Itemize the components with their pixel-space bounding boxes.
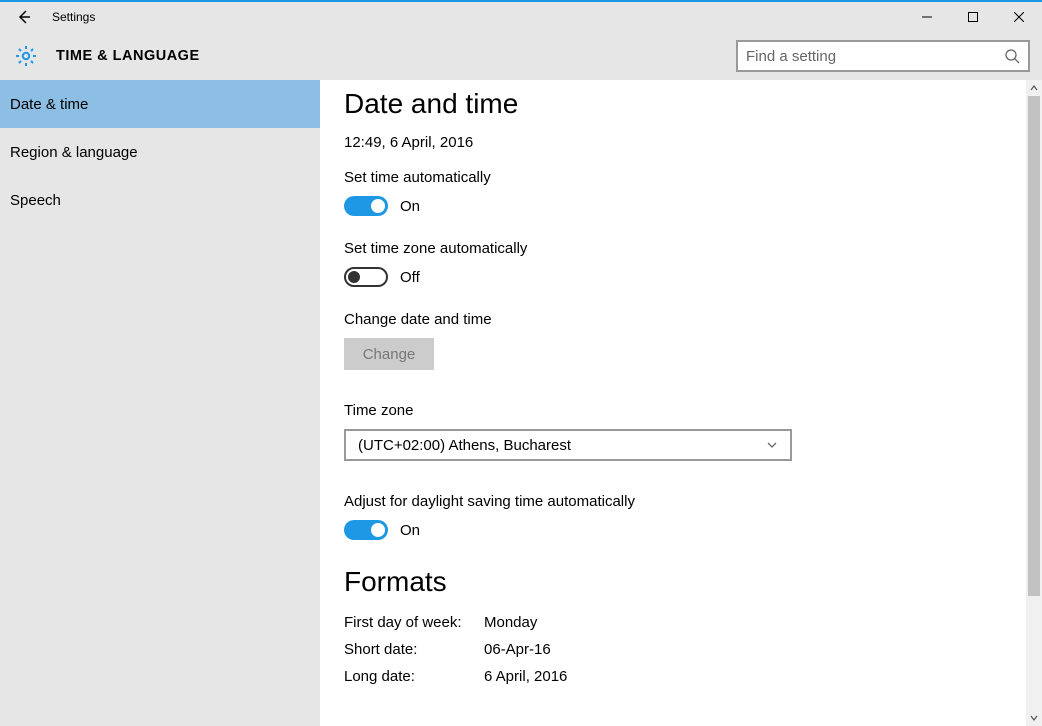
change-button: Change bbox=[344, 338, 434, 370]
app-title: Settings bbox=[52, 10, 95, 24]
minimize-button[interactable] bbox=[904, 2, 950, 32]
close-button[interactable] bbox=[996, 2, 1042, 32]
change-dt-label: Change date and time bbox=[344, 311, 1026, 328]
sidebar-item-speech[interactable]: Speech bbox=[0, 176, 320, 224]
maximize-button[interactable] bbox=[950, 2, 996, 32]
sidebar-item-date-time[interactable]: Date & time bbox=[0, 80, 320, 128]
current-datetime: 12:49, 6 April, 2016 bbox=[344, 134, 1026, 151]
vertical-scrollbar[interactable] bbox=[1026, 80, 1042, 726]
format-value: 6 April, 2016 bbox=[484, 668, 567, 685]
chevron-up-icon bbox=[1030, 84, 1038, 92]
back-button[interactable] bbox=[0, 2, 48, 32]
page-title: Date and time bbox=[344, 88, 1026, 120]
back-arrow-icon bbox=[16, 9, 32, 25]
gear-icon bbox=[14, 44, 38, 68]
timezone-select[interactable]: (UTC+02:00) Athens, Bucharest bbox=[344, 429, 792, 461]
timezone-label: Time zone bbox=[344, 402, 1026, 419]
format-label: First day of week: bbox=[344, 614, 484, 631]
format-label: Short date: bbox=[344, 641, 484, 658]
chevron-down-icon bbox=[1030, 714, 1038, 722]
format-label: Long date: bbox=[344, 668, 484, 685]
header: TIME & LANGUAGE bbox=[0, 32, 1042, 80]
minimize-icon bbox=[922, 12, 932, 22]
sidebar-item-region-language[interactable]: Region & language bbox=[0, 128, 320, 176]
sidebar-item-label: Region & language bbox=[10, 144, 138, 161]
format-value: Monday bbox=[484, 614, 537, 631]
dst-label: Adjust for daylight saving time automati… bbox=[344, 493, 1026, 510]
set-tz-auto-state: Off bbox=[400, 269, 420, 286]
set-time-auto-label: Set time automatically bbox=[344, 169, 1026, 186]
search-icon bbox=[1004, 48, 1020, 64]
formats-title: Formats bbox=[344, 566, 1026, 598]
titlebar: Settings bbox=[0, 2, 1042, 32]
dst-state: On bbox=[400, 522, 420, 539]
chevron-down-icon bbox=[766, 439, 778, 451]
format-row: Long date: 6 April, 2016 bbox=[344, 668, 1026, 685]
maximize-icon bbox=[968, 12, 978, 22]
search-input[interactable] bbox=[746, 48, 1004, 65]
format-row: First day of week: Monday bbox=[344, 614, 1026, 631]
dst-toggle[interactable] bbox=[344, 520, 388, 540]
set-time-auto-toggle[interactable] bbox=[344, 196, 388, 216]
set-tz-auto-toggle[interactable] bbox=[344, 267, 388, 287]
set-time-auto-state: On bbox=[400, 198, 420, 215]
content: Date and time 12:49, 6 April, 2016 Set t… bbox=[320, 80, 1026, 726]
scrollbar-thumb[interactable] bbox=[1028, 96, 1040, 596]
sidebar: Date & time Region & language Speech bbox=[0, 80, 320, 726]
sidebar-item-label: Speech bbox=[10, 192, 61, 209]
close-icon bbox=[1014, 12, 1024, 22]
section-title: TIME & LANGUAGE bbox=[56, 48, 200, 64]
scroll-down-button[interactable] bbox=[1026, 710, 1042, 726]
format-row: Short date: 06-Apr-16 bbox=[344, 641, 1026, 658]
timezone-selected: (UTC+02:00) Athens, Bucharest bbox=[358, 437, 571, 454]
format-value: 06-Apr-16 bbox=[484, 641, 551, 658]
scroll-up-button[interactable] bbox=[1026, 80, 1042, 96]
set-tz-auto-label: Set time zone automatically bbox=[344, 240, 1026, 257]
search-box[interactable] bbox=[736, 40, 1030, 72]
sidebar-item-label: Date & time bbox=[10, 96, 88, 113]
